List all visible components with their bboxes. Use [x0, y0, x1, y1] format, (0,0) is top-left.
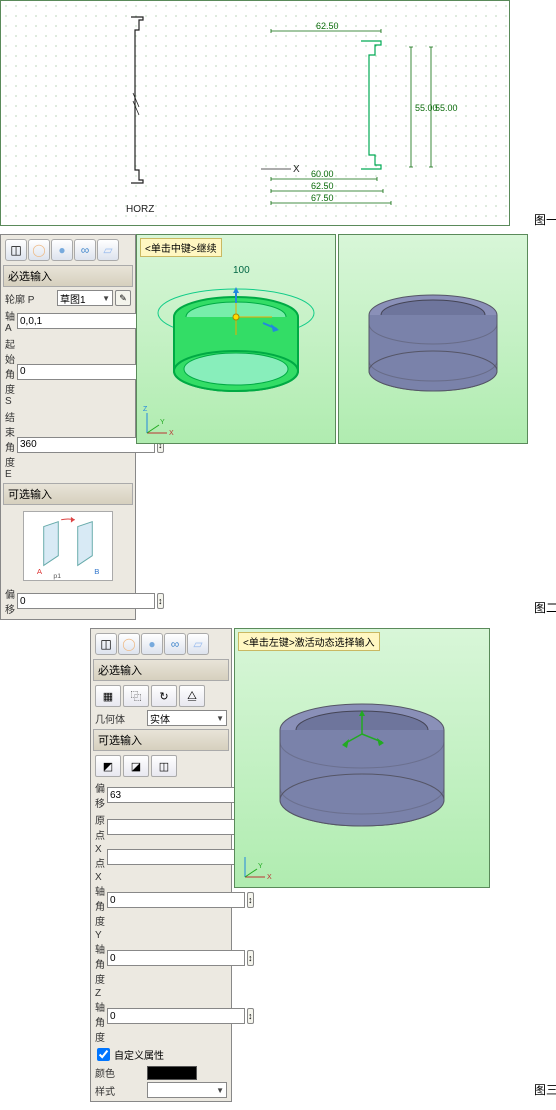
mode-mirror-icon[interactable]: ⧋: [179, 685, 205, 707]
profile-label: 轮廓 P: [5, 291, 55, 306]
revolve-preview-diagram: A B p1: [23, 511, 113, 581]
section-optional: 可选输入: [3, 483, 133, 505]
tool-sheet-icon[interactable]: ▱: [187, 633, 209, 655]
xpoint-input[interactable]: [107, 849, 245, 865]
profile-combo[interactable]: 草图1▼: [57, 290, 113, 306]
figure-label-3: 图三: [534, 1081, 556, 1098]
tool-sphere-icon[interactable]: ●: [51, 239, 73, 261]
svg-text:Z: Z: [143, 406, 148, 413]
axis-triad: XY: [241, 849, 273, 881]
figure-label-1: 图一: [534, 211, 556, 228]
origin-input[interactable]: [107, 819, 245, 835]
mode-copy-icon[interactable]: ⿻: [123, 685, 149, 707]
custom-attr-checkbox[interactable]: [97, 1048, 110, 1061]
svg-text:X: X: [169, 430, 174, 437]
svg-text:HORZ: HORZ: [126, 204, 154, 213]
spin-icon[interactable]: ↕: [247, 1008, 254, 1024]
opt-a-icon[interactable]: ◩: [95, 755, 121, 777]
axis-x-label: X: [293, 164, 300, 175]
offset-input[interactable]: [17, 593, 155, 609]
offset-label: 偏移: [95, 780, 105, 810]
color-label: 颜色: [95, 1065, 145, 1080]
style-combo[interactable]: ▼: [147, 1082, 227, 1098]
mode-move-icon[interactable]: ▦: [95, 685, 121, 707]
style-label: 样式: [95, 1083, 145, 1098]
axis-triad: Z XY: [143, 405, 175, 437]
offset-label: 偏移: [5, 586, 15, 616]
yang-input[interactable]: [107, 950, 245, 966]
dim-top: 62.50: [316, 21, 339, 31]
zang-input[interactable]: [107, 1008, 245, 1024]
ring-solid: [348, 269, 518, 409]
revolve-panel: ◫ ◯ ● ∞ ▱ 必选输入 轮廓 P 草图1▼ ✎ 轴 A ⭹ 起始角度 S …: [0, 234, 136, 620]
spin-icon[interactable]: ↕: [247, 892, 254, 908]
tool-glasses-icon[interactable]: ∞: [74, 239, 96, 261]
spin-icon[interactable]: ↕: [157, 593, 164, 609]
figure-label-2: 图二: [534, 599, 556, 616]
dim-height: 100: [233, 265, 250, 276]
mode-rotate-icon[interactable]: ↻: [151, 685, 177, 707]
start-angle-label: 起始角度 S: [5, 336, 15, 407]
dim-b1: 60.00: [311, 169, 334, 179]
ring-solid-with-triad: [257, 668, 467, 848]
sketch-profile-dimensioned: 62.50 55.00 55.00 60.00 62.50 67.50 X: [261, 21, 491, 211]
pick-icon[interactable]: ✎: [115, 290, 131, 306]
xpoint-label: X 点: [95, 844, 105, 870]
hint-tooltip: <单击中键>继续: [140, 238, 222, 257]
svg-text:Y: Y: [160, 419, 165, 426]
origin-label: 原点: [95, 812, 105, 842]
color-swatch[interactable]: [147, 1066, 197, 1080]
tool-cylinder-icon[interactable]: ◯: [28, 239, 50, 261]
svg-text:Y: Y: [258, 863, 263, 870]
dim-b3: 67.50: [311, 193, 334, 203]
yang-label: Y 轴角度: [95, 930, 105, 986]
sketch-profile-left: HORZ: [126, 13, 156, 213]
transform-panel: ◫ ◯ ● ∞ ▱ 必选输入 ▦ ⿻ ↻ ⧋ 几何体 实体▼ 可选输入 ◩ ◪ …: [90, 628, 232, 1102]
spin-icon[interactable]: ↕: [247, 950, 254, 966]
viewport-revolve-result[interactable]: [338, 234, 528, 444]
tool-glasses-icon[interactable]: ∞: [164, 633, 186, 655]
ring-preview-green: [151, 269, 321, 409]
custom-attr-label: 自定义属性: [114, 1047, 164, 1062]
dim-right-2: 55.00: [435, 103, 458, 113]
tool-sheet-icon[interactable]: ▱: [97, 239, 119, 261]
viewport-transform[interactable]: <单击左键>激活动态选择输入 XY: [234, 628, 490, 888]
section-required: 必选输入: [93, 659, 229, 681]
axis-label: 轴 A: [5, 308, 15, 334]
opt-b-icon[interactable]: ◪: [123, 755, 149, 777]
tool-sphere-icon[interactable]: ●: [141, 633, 163, 655]
end-angle-label: 结束角度 E: [5, 409, 15, 480]
panel-toolbar: ◫ ◯ ● ∞ ▱: [93, 631, 229, 657]
tool-extrude-icon[interactable]: ◫: [95, 633, 117, 655]
svg-text:X: X: [267, 874, 272, 881]
hint-tooltip: <单击左键>激活动态选择输入: [238, 632, 380, 651]
end-angle-input[interactable]: [17, 437, 155, 453]
offset-input[interactable]: [107, 787, 245, 803]
axis-input[interactable]: [17, 313, 155, 329]
dim-b2: 62.50: [311, 181, 334, 191]
viewport-revolve-preview[interactable]: <单击中键>继续 100 Z XY: [136, 234, 336, 444]
tool-cylinder-icon[interactable]: ◯: [118, 633, 140, 655]
xang-label: X 轴角度: [95, 872, 105, 928]
opt-c-icon[interactable]: ◫: [151, 755, 177, 777]
section-required: 必选输入: [3, 265, 133, 287]
geom-label: 几何体: [95, 711, 145, 726]
svg-text:B: B: [94, 567, 99, 576]
panel-toolbar: ◫ ◯ ● ∞ ▱: [3, 237, 133, 263]
start-angle-input[interactable]: [17, 364, 155, 380]
svg-text:p1: p1: [53, 573, 61, 580]
section-optional: 可选输入: [93, 729, 229, 751]
geom-combo[interactable]: 实体▼: [147, 710, 227, 726]
svg-text:A: A: [37, 567, 43, 576]
zang-label: Z 轴角度: [95, 988, 105, 1044]
sketch-canvas[interactable]: HORZ 62.50 55.00 55.00 60.00 62.50: [0, 0, 510, 226]
xang-input[interactable]: [107, 892, 245, 908]
tool-extrude-icon[interactable]: ◫: [5, 239, 27, 261]
